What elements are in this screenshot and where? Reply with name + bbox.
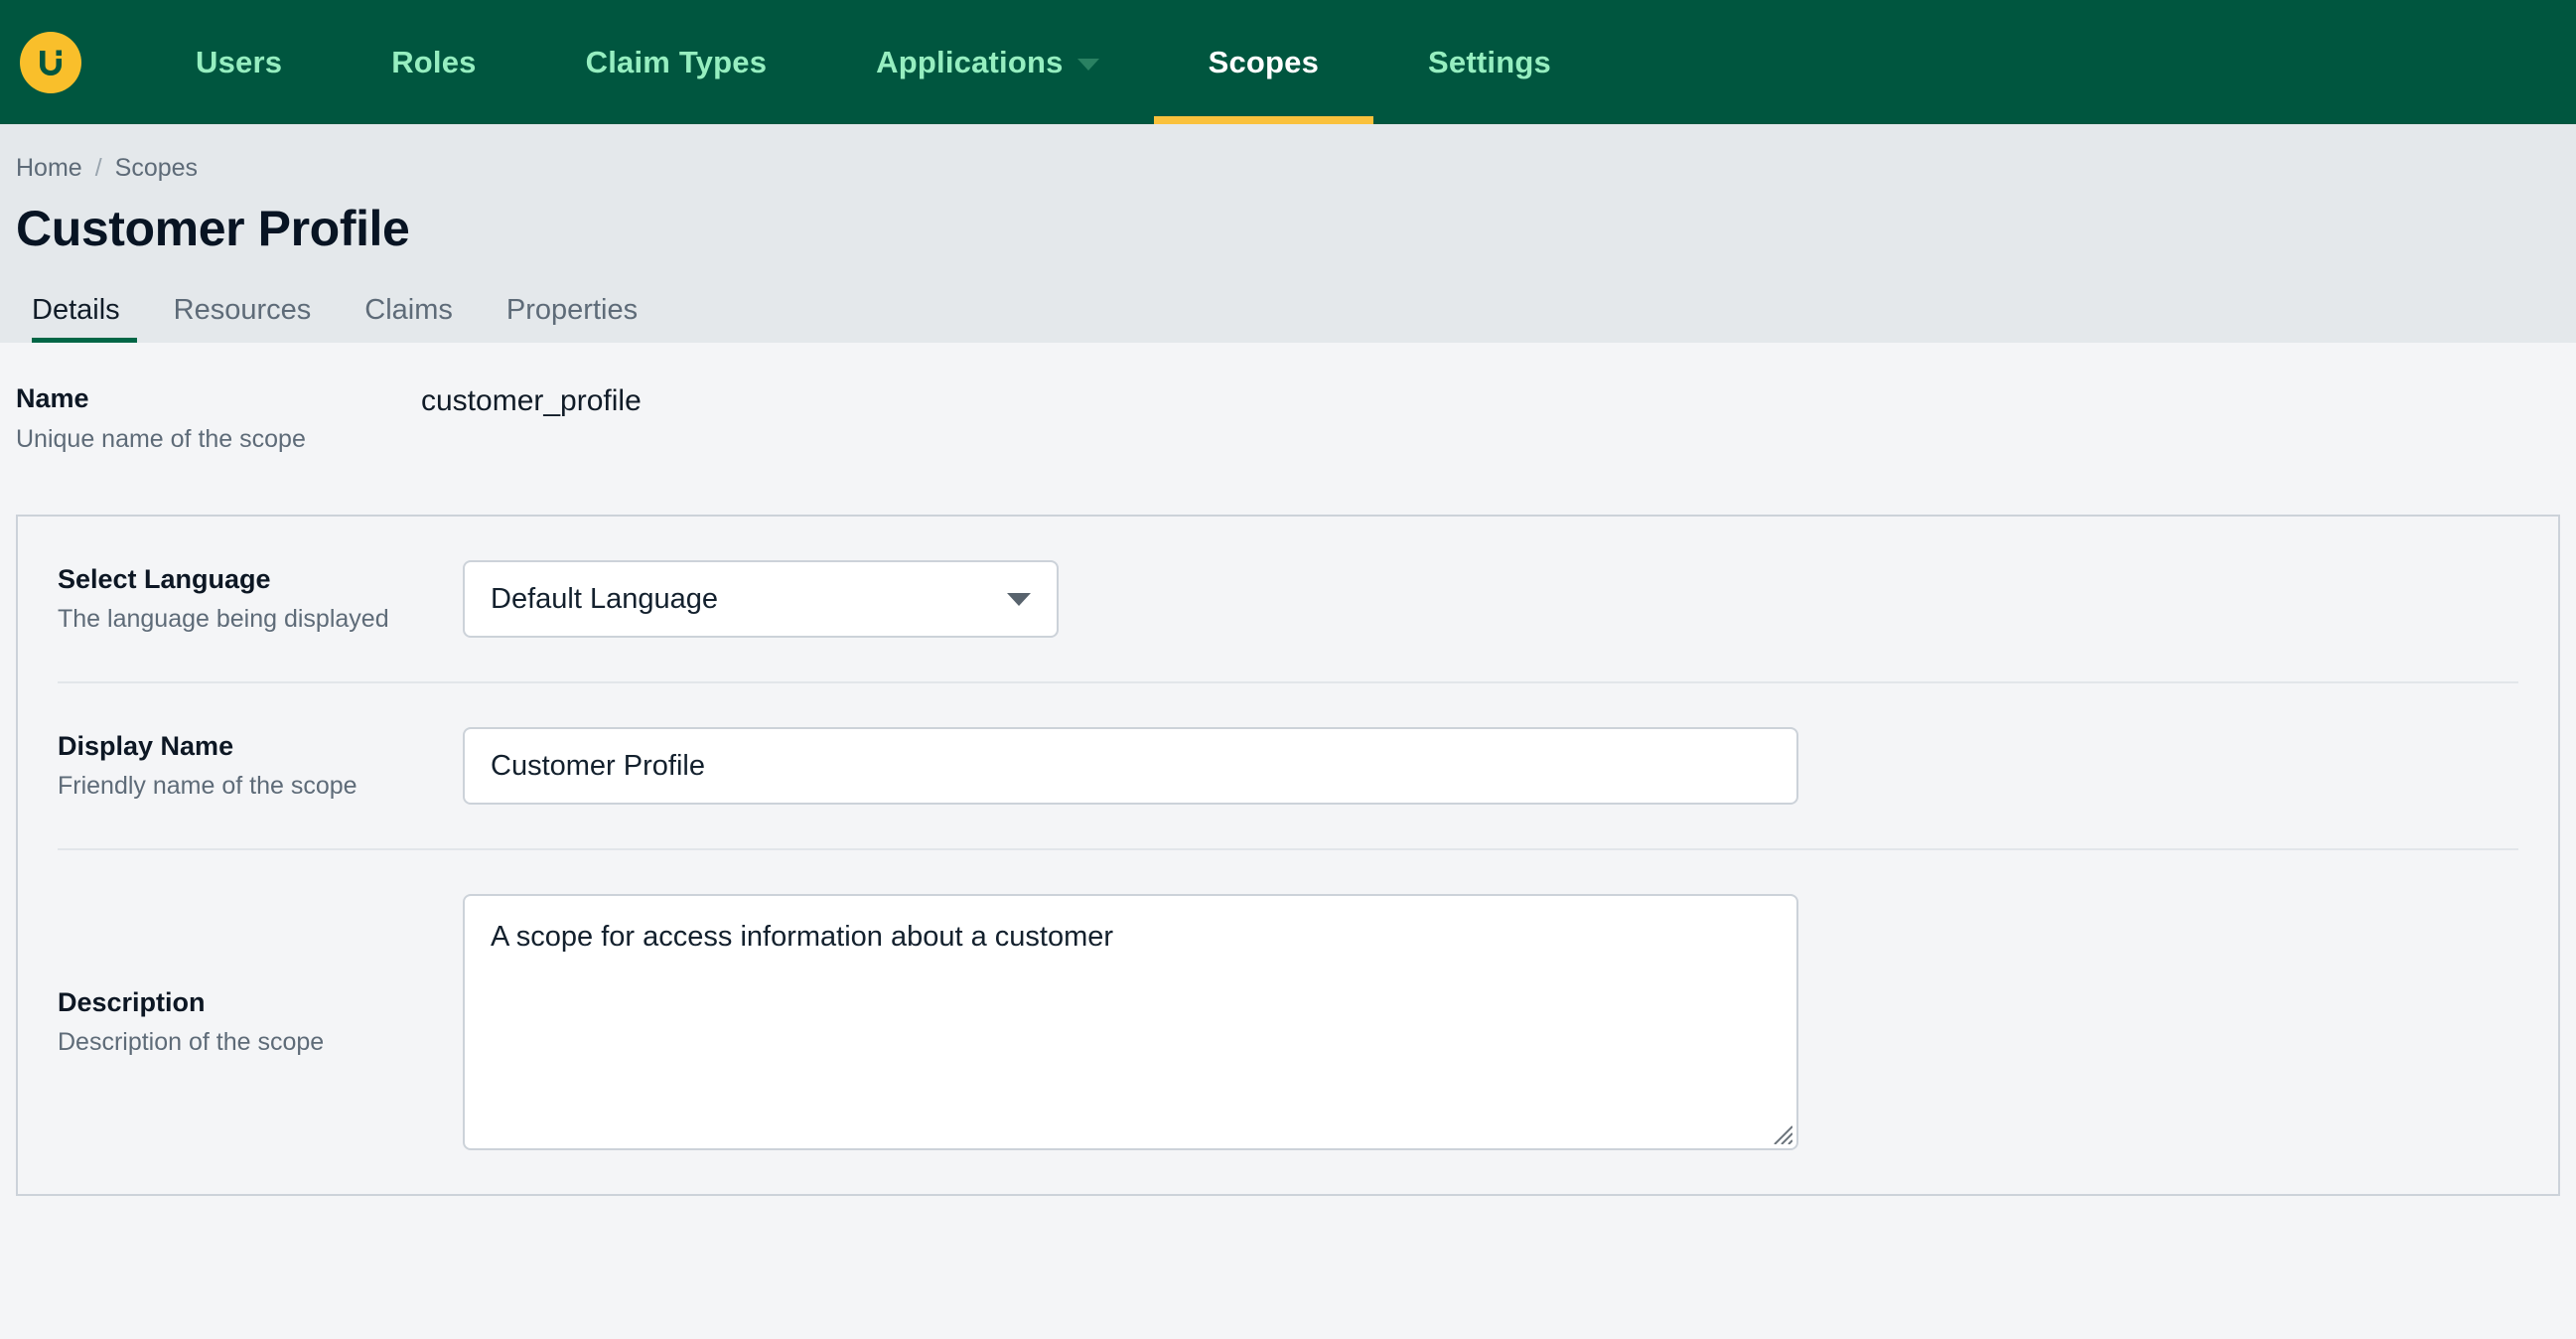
nav-item-label: Roles bbox=[391, 44, 477, 79]
localized-fields-card: Select Language The language being displ… bbox=[16, 515, 2560, 1196]
description-label-column: Description Description of the scope bbox=[58, 986, 463, 1059]
nav-item-settings[interactable]: Settings bbox=[1373, 0, 1606, 124]
name-label-column: Name Unique name of the scope bbox=[16, 382, 421, 455]
description-help-text: Description of the scope bbox=[58, 1028, 325, 1057]
display-name-input[interactable] bbox=[463, 727, 1798, 805]
display-name-row: Display Name Friendly name of the scope bbox=[58, 683, 2518, 850]
description-label: Description bbox=[58, 986, 206, 1017]
language-select[interactable]: Default Language bbox=[463, 560, 1059, 638]
language-select-value: Default Language bbox=[491, 582, 718, 615]
display-name-label: Display Name bbox=[58, 730, 234, 761]
nav-item-claim-types[interactable]: Claim Types bbox=[531, 0, 822, 124]
breadcrumb: Home / Scopes bbox=[16, 150, 2576, 186]
display-name-label-column: Display Name Friendly name of the scope bbox=[58, 730, 463, 803]
details-panel: Name Unique name of the scope customer_p… bbox=[0, 343, 2576, 1196]
page-title: Customer Profile bbox=[16, 201, 410, 256]
tab-claims[interactable]: Claims bbox=[338, 294, 480, 343]
name-label: Name bbox=[16, 383, 89, 413]
tab-details[interactable]: Details bbox=[16, 294, 147, 343]
nav-item-applications[interactable]: Applications bbox=[821, 0, 1153, 124]
breadcrumb-separator: / bbox=[94, 153, 102, 182]
tab-properties[interactable]: Properties bbox=[480, 294, 664, 343]
breadcrumb-item-scopes[interactable]: Scopes bbox=[115, 154, 198, 183]
tab-label: Properties bbox=[505, 294, 639, 326]
top-nav-items: Users Roles Claim Types Applications Sco… bbox=[141, 0, 1606, 124]
top-navigation-bar: Users Roles Claim Types Applications Sco… bbox=[0, 0, 2576, 124]
breadcrumb-item-home[interactable]: Home bbox=[16, 154, 82, 183]
u-circle-logo-icon bbox=[33, 45, 69, 80]
description-textarea[interactable]: A scope for access information about a c… bbox=[463, 894, 1798, 1150]
name-field-row: Name Unique name of the scope customer_p… bbox=[16, 343, 2560, 511]
page-header: Home / Scopes Customer Profile Details R… bbox=[0, 124, 2576, 343]
description-textarea-wrapper: A scope for access information about a c… bbox=[463, 894, 1798, 1150]
nav-item-scopes[interactable]: Scopes bbox=[1153, 0, 1374, 124]
nav-item-label: Claim Types bbox=[585, 44, 768, 79]
language-help-text: The language being displayed bbox=[58, 605, 389, 634]
sub-tab-bar: Details Resources Claims Properties bbox=[16, 281, 2576, 343]
nav-item-label: Scopes bbox=[1208, 44, 1320, 79]
description-control-column: A scope for access information about a c… bbox=[463, 894, 2518, 1150]
display-name-control-column bbox=[463, 727, 2518, 805]
description-row: Description Description of the scope A s… bbox=[58, 850, 2518, 1194]
nav-item-users[interactable]: Users bbox=[141, 0, 337, 124]
nav-item-label: Users bbox=[196, 44, 283, 79]
tab-label: Details bbox=[32, 294, 120, 326]
brand-logo[interactable] bbox=[20, 31, 81, 93]
display-name-help-text: Friendly name of the scope bbox=[58, 772, 358, 801]
tab-label: Claims bbox=[364, 294, 453, 326]
nav-item-roles[interactable]: Roles bbox=[337, 0, 530, 124]
language-label-column: Select Language The language being displ… bbox=[58, 563, 463, 636]
chevron-down-icon bbox=[1076, 58, 1099, 71]
language-control-column: Default Language bbox=[463, 560, 2518, 638]
language-label: Select Language bbox=[58, 563, 271, 594]
nav-item-label: Settings bbox=[1428, 44, 1551, 79]
tab-label: Resources bbox=[173, 294, 312, 326]
chevron-down-icon bbox=[1007, 592, 1031, 606]
tab-resources[interactable]: Resources bbox=[147, 294, 339, 343]
name-help-text: Unique name of the scope bbox=[16, 424, 306, 453]
name-value: customer_profile bbox=[421, 384, 642, 417]
nav-item-label: Applications bbox=[876, 44, 1064, 79]
select-language-row: Select Language The language being displ… bbox=[58, 517, 2518, 683]
